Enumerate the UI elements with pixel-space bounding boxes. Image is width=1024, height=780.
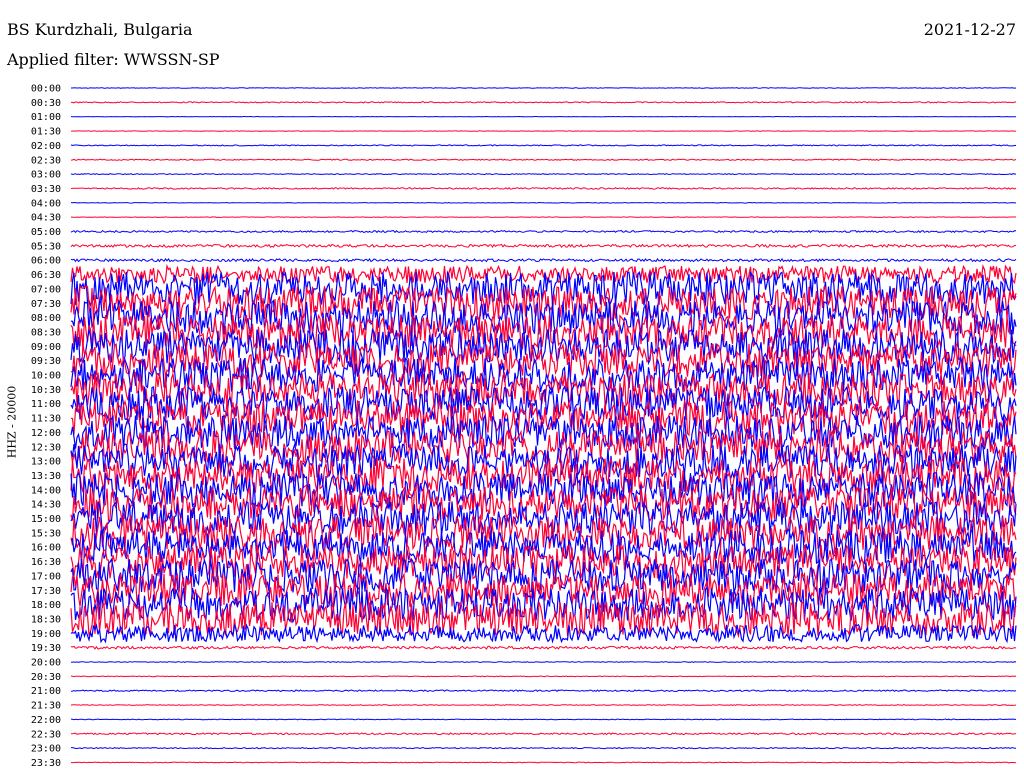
time-label: 03:30 — [31, 184, 61, 195]
trace-row — [71, 747, 1016, 750]
time-label: 02:00 — [31, 141, 61, 152]
trace-row — [70, 704, 1017, 706]
trace-row — [71, 761, 1017, 764]
time-label: 05:30 — [31, 241, 61, 252]
trace-row — [71, 216, 1016, 218]
trace-row — [71, 87, 1017, 89]
trace-row — [70, 144, 1017, 147]
time-label: 10:00 — [31, 371, 61, 382]
trace-row — [70, 718, 1017, 721]
time-label: 05:00 — [31, 227, 61, 238]
trace-row — [70, 645, 1017, 650]
time-label: 09:00 — [31, 342, 61, 353]
time-label: 17:30 — [31, 586, 61, 597]
time-label: 04:00 — [31, 198, 61, 209]
trace-row — [70, 257, 1017, 263]
time-label: 00:30 — [31, 98, 61, 109]
time-label: 13:30 — [31, 471, 61, 482]
time-label: 18:30 — [31, 614, 61, 625]
time-label: 15:30 — [31, 528, 61, 539]
time-label: 10:30 — [31, 385, 61, 396]
trace-row — [70, 187, 1017, 190]
time-label: 22:30 — [31, 729, 61, 740]
trace-row — [70, 689, 1017, 693]
time-label: 23:00 — [31, 744, 61, 755]
time-label: 06:00 — [31, 256, 61, 267]
time-label: 08:00 — [31, 313, 61, 324]
time-label: 12:00 — [31, 428, 61, 439]
trace-group — [70, 87, 1017, 764]
time-label: 19:30 — [31, 643, 61, 654]
time-label: 15:00 — [31, 514, 61, 525]
time-label: 11:00 — [31, 399, 61, 410]
time-label: 04:30 — [31, 213, 61, 224]
trace-row — [70, 586, 1017, 624]
trace-row — [70, 229, 1017, 234]
time-label: 11:30 — [31, 414, 61, 425]
time-label: 02:30 — [31, 155, 61, 166]
seismogram-plot: 00:00 00:30 01:00 01:30 02:00 02:30 03:00 03:30… — [31, 84, 1017, 769]
time-label: 23:30 — [31, 758, 61, 769]
time-label: 14:00 — [31, 485, 61, 496]
time-label: 01:30 — [31, 127, 61, 138]
trace-row — [70, 173, 1017, 176]
time-label: 21:00 — [31, 686, 61, 697]
trace-row — [70, 158, 1017, 161]
time-label: 19:00 — [31, 629, 61, 640]
time-label: 20:30 — [31, 672, 61, 683]
time-label: 07:30 — [31, 299, 61, 310]
time-label: 16:30 — [31, 557, 61, 568]
time-label: 17:00 — [31, 571, 61, 582]
trace-row — [70, 661, 1017, 663]
trace-row — [70, 201, 1016, 204]
time-label: 00:00 — [31, 84, 61, 95]
time-label: 01:00 — [31, 112, 61, 123]
trace-row — [70, 732, 1016, 736]
time-label: 16:00 — [31, 543, 61, 554]
time-label: 21:30 — [31, 701, 61, 712]
time-label: 22:00 — [31, 715, 61, 726]
time-label: 14:30 — [31, 500, 61, 511]
trace-row — [70, 243, 1017, 249]
trace-row — [70, 101, 1016, 104]
time-label: 12:30 — [31, 442, 61, 453]
trace-row — [70, 500, 1017, 536]
trace-row — [70, 675, 1017, 678]
time-label: 09:30 — [31, 356, 61, 367]
time-label-group: 00:00 00:30 01:00 01:30 02:00 02:30 03:00 03:30… — [31, 84, 61, 769]
time-label: 08:30 — [31, 327, 61, 338]
time-label: 18:00 — [31, 600, 61, 611]
time-label: 13:00 — [31, 457, 61, 468]
time-label: 06:30 — [31, 270, 61, 281]
time-label: 03:00 — [31, 170, 61, 181]
time-label: 20:00 — [31, 658, 61, 669]
time-label: 07:00 — [31, 284, 61, 295]
